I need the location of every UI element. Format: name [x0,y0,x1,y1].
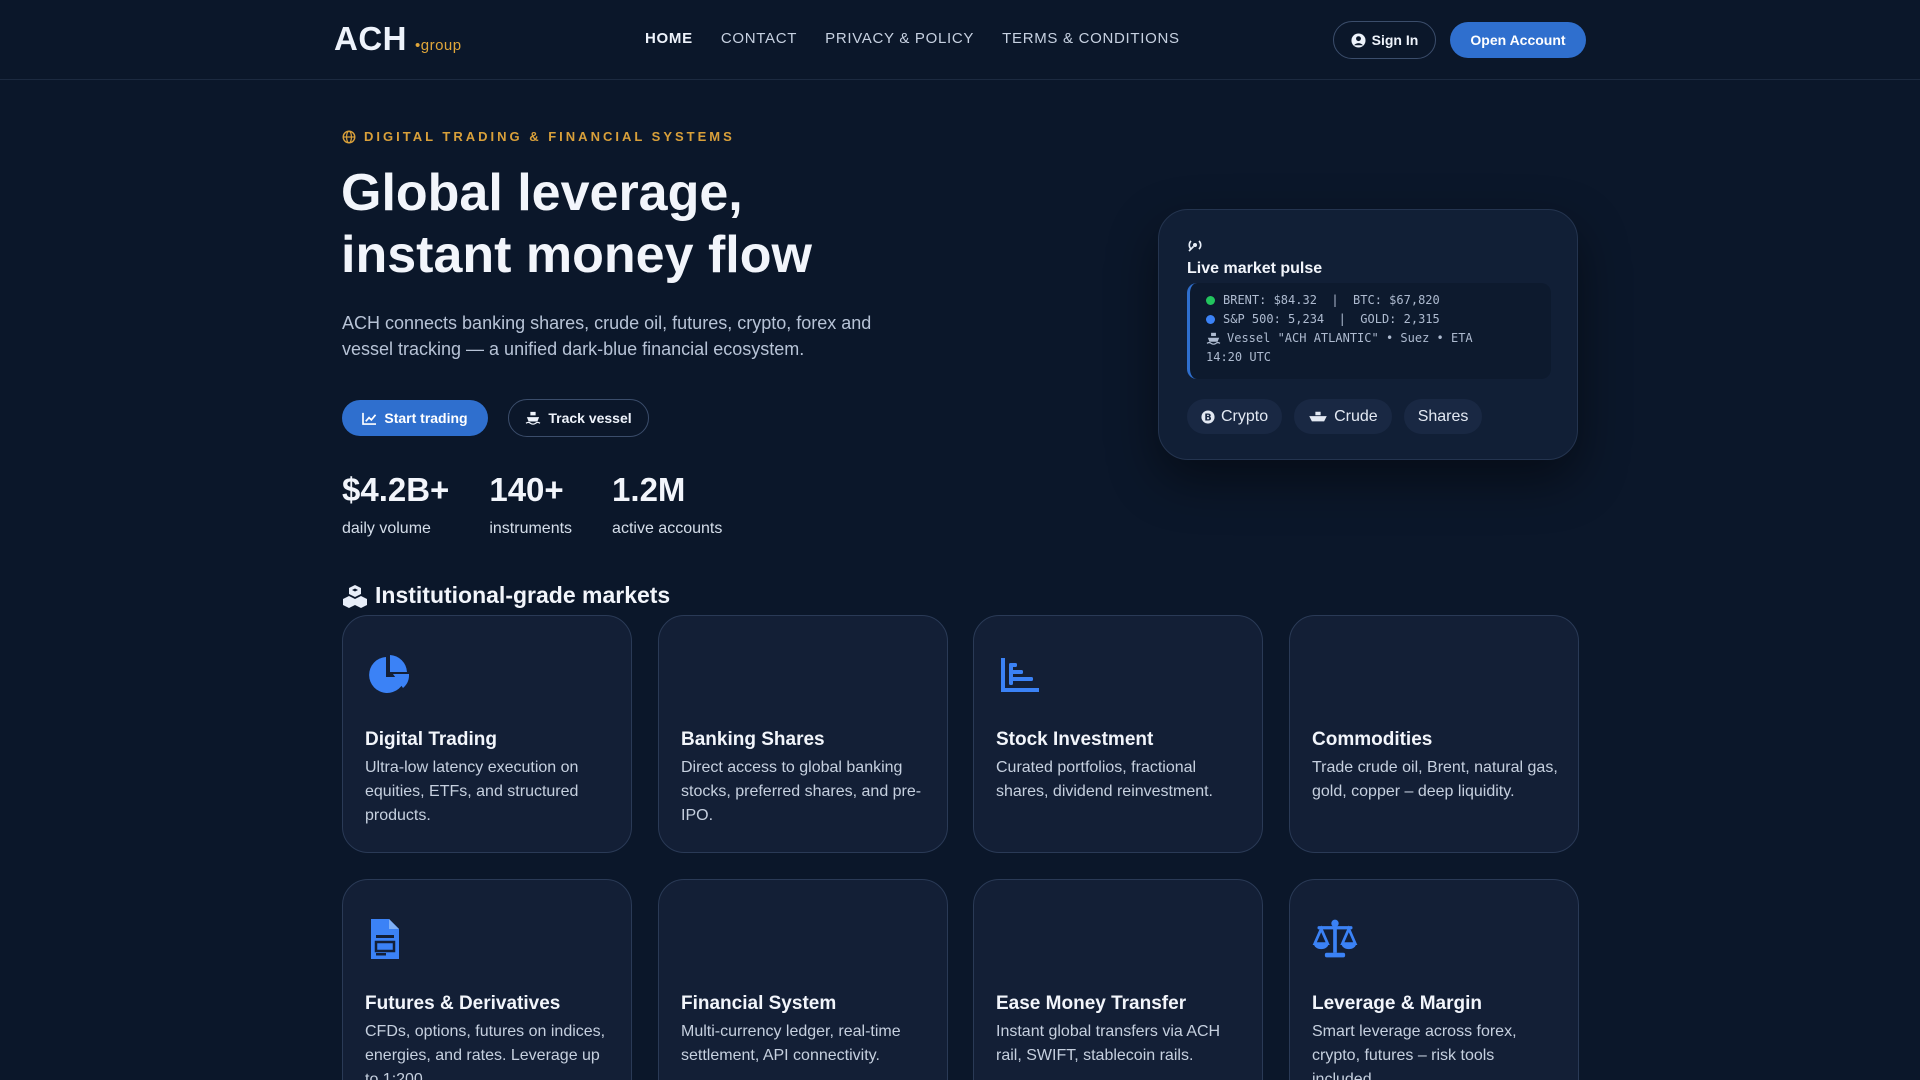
chip-label: Shares [1417,407,1469,425]
card-desc: Ultra-low latency execution on equities,… [365,759,579,824]
status-dot-green [1206,296,1215,305]
stat-value: 1.2M [612,471,686,508]
broadcast-icon [1188,240,1202,252]
chip-crypto[interactable]: B Crypto [1187,399,1283,434]
hero-lead: ACH connects banking shares, crude oil, … [342,313,872,359]
open-account-label: Open Account [1470,32,1566,48]
start-trading-label: Start trading [384,410,468,426]
pie-chart-icon [369,655,410,693]
cubes-icon [343,584,367,608]
section-title-text: Institutional-grade markets [375,582,671,608]
hero-headline: Global leverage, instant money flow [341,162,1041,286]
market-chips: B Crypto Crude Shares [1187,399,1483,434]
card-title: Leverage & Margin [1312,993,1482,1014]
chip-shares[interactable]: Shares [1403,399,1483,434]
stats-row: $4.2B+ daily volume 140+ instruments 1.2… [342,470,762,538]
stat-active-accounts: 1.2M active accounts [612,470,722,538]
market-card-digital-trading[interactable]: Digital Trading Ultra-low latency execut… [342,615,632,853]
logo-sub-text: •group [415,37,462,54]
status-dot-blue [1206,315,1215,324]
svg-text:B: B [1204,412,1211,423]
market-card-ease-money-transfer[interactable]: Ease Money Transfer Instant global trans… [973,879,1263,1080]
headline-line-2: instant money flow [341,226,812,284]
stat-value: $4.2B+ [342,471,450,508]
sign-in-label: Sign In [1371,32,1419,48]
ticker-line-2: S&P 500: 5,234 | GOLD: 2,315 [1206,310,1551,329]
bar-chart-icon [1001,658,1039,692]
nav-links: HOME CONTACT PRIVACY & POLICY TERMS & CO… [645,30,1180,47]
live-market-pulse-card: Live market pulse BRENT: $84.32 | BTC: $… [1158,209,1578,460]
scale-icon [1312,919,1358,958]
open-account-button[interactable]: Open Account [1450,22,1586,58]
ticker-text: 14:20 UTC [1206,350,1272,364]
logo-main-text: ACH [334,20,407,57]
chip-label: Crypto [1221,407,1269,425]
stat-label: daily volume [342,520,431,537]
card-title: Financial System [681,993,837,1014]
ticker-panel: BRENT: $84.32 | BTC: $67,820 S&P 500: 5,… [1187,283,1551,379]
globe-icon [342,130,356,143]
nav-link-home[interactable]: HOME [645,30,693,47]
eyebrow-text: DIGITAL TRADING & FINANCIAL SYSTEMS [364,129,735,144]
market-card-financial-system[interactable]: Financial System Multi-currency ledger, … [658,879,948,1080]
card-title: Ease Money Transfer [996,993,1187,1014]
ticker-line-1: BRENT: $84.32 | BTC: $67,820 [1206,291,1551,310]
chip-label: Crude [1334,407,1378,425]
pulse-title: Live market pulse [1187,260,1323,277]
track-vessel-button[interactable]: Track vessel [508,399,649,437]
ticker-text: BRENT: $84.32 | BTC: $67,820 [1223,293,1440,307]
market-card-stock-investment[interactable]: Stock Investment Curated portfolios, fra… [973,615,1263,853]
card-desc: Trade crude oil, Brent, natural gas, gol… [1312,759,1558,800]
card-title: Banking Shares [681,729,825,750]
nav-link-terms[interactable]: TERMS & CONDITIONS [1002,30,1180,47]
market-card-futures-derivatives[interactable]: Futures & Derivatives CFDs, options, fut… [342,879,632,1080]
card-desc: CFDs, options, futures on indices, energ… [365,1023,606,1080]
chip-crude[interactable]: Crude [1294,399,1392,434]
card-desc: Direct access to global banking stocks, … [681,759,922,824]
card-desc: Instant global transfers via ACH rail, S… [996,1023,1221,1064]
top-navbar: ACH •group HOME CONTACT PRIVACY & POLICY… [0,0,1920,80]
card-desc: Multi-currency ledger, real-time settlem… [681,1023,901,1064]
ship-icon [1206,332,1221,345]
brand-logo[interactable]: ACH •group [334,20,462,58]
hero-eyebrow: DIGITAL TRADING & FINANCIAL SYSTEMS [342,129,735,144]
ticker-line-3: Vessel "ACH ATLANTIC" • Suez • ETA [1206,329,1551,348]
nav-link-privacy[interactable]: PRIVACY & POLICY [825,30,974,47]
stat-value: 140+ [489,471,564,508]
stat-label: active accounts [612,520,723,537]
stat-label: instruments [489,520,573,537]
headline-line-1: Global leverage, [341,164,743,222]
market-card-leverage-margin[interactable]: Leverage & Margin Smart leverage across … [1289,879,1579,1080]
track-vessel-label: Track vessel [548,410,632,426]
document-icon [371,919,399,959]
market-card-banking-shares[interactable]: Banking Shares Direct access to global b… [658,615,948,853]
card-desc: Smart leverage across forex, crypto, fut… [1312,1023,1517,1080]
stat-daily-volume: $4.2B+ daily volume [342,470,449,538]
card-title: Stock Investment [996,729,1154,750]
bitcoin-icon: B [1201,409,1215,424]
line-chart-icon [362,412,377,425]
card-title: Commodities [1312,729,1433,750]
card-title: Futures & Derivatives [365,993,561,1014]
ticker-line-4: 14:20 UTC [1206,348,1551,367]
user-circle-icon [1351,32,1366,48]
market-card-commodities[interactable]: Commodities Trade crude oil, Brent, natu… [1289,615,1579,853]
start-trading-button[interactable]: Start trading [342,400,488,436]
ship-icon [525,411,541,425]
nav-link-contact[interactable]: CONTACT [721,30,797,47]
stat-instruments: 140+ instruments [489,470,572,538]
sign-in-button[interactable]: Sign In [1333,21,1436,59]
ticker-text: Vessel "ACH ATLANTIC" • Suez • ETA [1227,331,1473,345]
markets-section-title: Institutional-grade markets [342,582,670,609]
ticker-text: S&P 500: 5,234 | GOLD: 2,315 [1223,312,1440,326]
oil-tanker-icon [1309,411,1327,421]
card-title: Digital Trading [365,729,497,750]
card-desc: Curated portfolios, fractional shares, d… [996,759,1213,800]
